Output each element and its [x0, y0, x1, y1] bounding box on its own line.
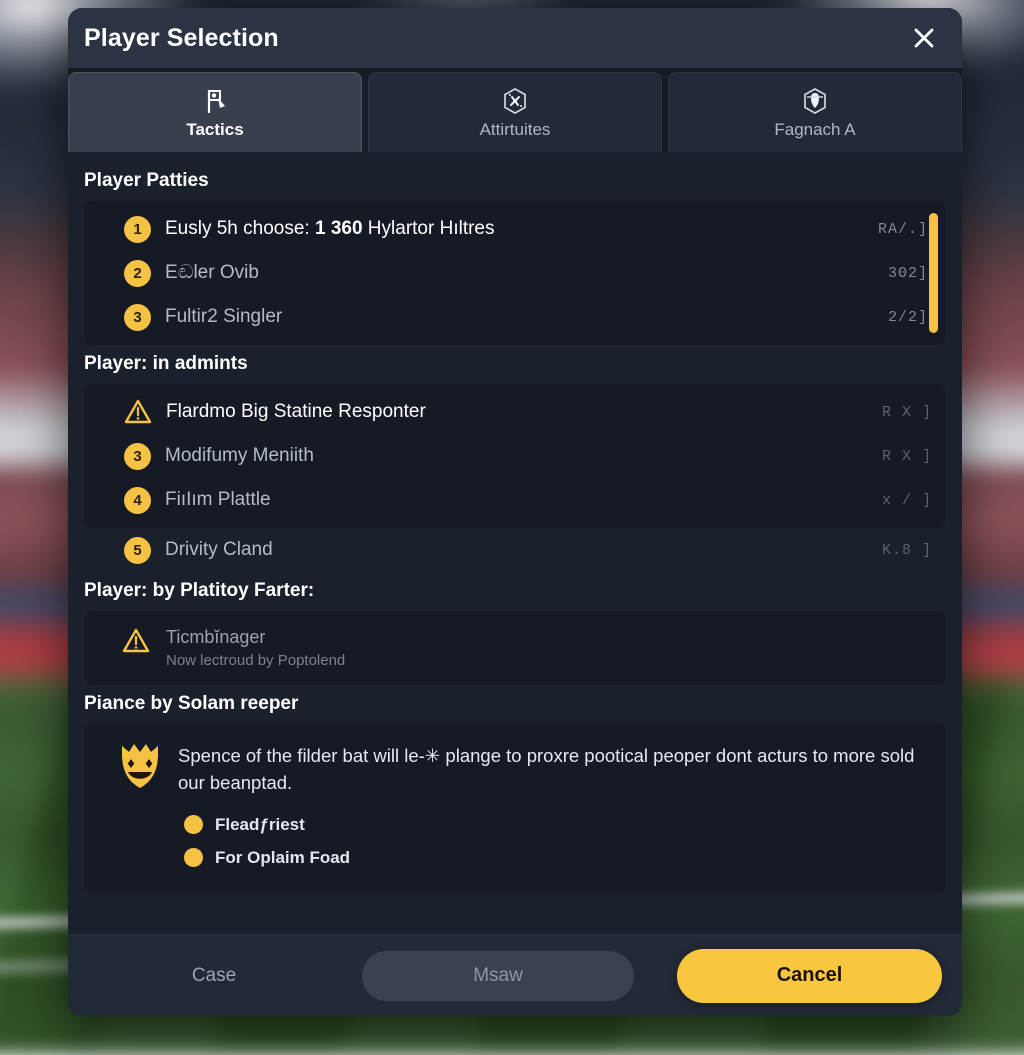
list-item[interactable]: For Oplaim Foad	[184, 841, 930, 874]
list-item-value: x / ]	[881, 491, 932, 509]
page-title: Player Selection	[84, 23, 279, 52]
bullet-label: Fleadƒriest	[215, 814, 305, 834]
section-title-solam-reeper: Piance by Solam reeper	[84, 693, 299, 714]
dialog-footer: Case Msaw Cancel	[68, 934, 962, 1016]
tab-attirtuites[interactable]: Attirtuites	[368, 72, 662, 152]
list-item[interactable]: 2 Eඬler Ovib 3Θ2]	[84, 251, 942, 295]
list-item-value: 3Θ2]	[887, 264, 928, 282]
list-item-label: Eusly 5h choose: 1 360 Hylartor Hıltres	[165, 218, 495, 239]
dialog-titlebar: Player Selection	[68, 8, 962, 70]
info-bullet-list: Fleadƒriest For Oplaim Foad	[178, 808, 930, 874]
list-item[interactable]: 5 Drivity Cland K.8 ]	[84, 528, 946, 572]
close-icon	[912, 26, 936, 50]
section-title-player-in-admints: Player: in admints	[84, 353, 248, 374]
list-item-value: K.8 ]	[881, 541, 932, 559]
list-item-label: Fultir2 Singler	[165, 306, 283, 327]
vertical-scrollbar[interactable]	[929, 213, 938, 333]
list-item-value: 2/2]	[887, 308, 928, 326]
number-badge: 1	[124, 215, 151, 243]
notice-text-group: Ticmbĭnager Now lectroud by Poptolend	[166, 627, 345, 669]
notice-subtext: Now lectroud by Poptolend	[166, 652, 346, 669]
tab-bar: Tactics Attirtuites Fagnach A	[68, 70, 962, 152]
tab-tactics[interactable]: Tactics	[68, 72, 362, 152]
list-item[interactable]: 3 Fultir2 Singler 2/2]	[84, 295, 942, 339]
list-item[interactable]: 4 FiıIım Plattle x / ]	[84, 478, 946, 522]
tab-label: Attirtuites	[479, 119, 551, 139]
number-badge: 3	[124, 442, 151, 470]
bullet-label: For Oplaim Foad	[215, 847, 351, 867]
close-button[interactable]	[902, 16, 946, 60]
hex-compass-icon	[502, 86, 528, 116]
list-item[interactable]: 3 Modifumy Meniith R X ]	[84, 434, 946, 478]
player-in-admints-card: Flardmo Big Statine Responter R X ] 3 Mo…	[84, 384, 946, 528]
list-item-label: Eඬler Ovib	[165, 262, 259, 283]
list-item-label: Modifumy Meniith	[165, 445, 314, 466]
cancel-button[interactable]: Cancel	[677, 948, 942, 1003]
case-button[interactable]: Case	[88, 965, 340, 987]
solam-reeper-info-card: Spence of the filder bat will le-✳ plang…	[84, 724, 946, 892]
warning-triangle-icon	[122, 627, 150, 655]
number-badge: 5	[124, 536, 151, 564]
number-badge: 2	[124, 259, 151, 287]
platitoy-notice-card[interactable]: Ticmbĭnager Now lectroud by Poptolend	[84, 611, 946, 685]
dialog-body: Player Patties 1 Eusly 5h choose: 1 360 …	[68, 152, 962, 934]
list-item-value: RA/.]	[877, 220, 928, 238]
crown-shield-smiley-icon	[118, 742, 162, 795]
notice-heading: Ticmbĭnager	[166, 627, 266, 647]
tab-fagnach-a[interactable]: Fagnach A	[668, 72, 962, 152]
hex-shield-icon	[802, 86, 828, 116]
bullet-dot-icon	[184, 848, 203, 867]
player-patties-card: 1 Eusly 5h choose: 1 360 Hylartor Hıltre…	[84, 201, 946, 345]
list-item[interactable]: 1 Eusly 5h choose: 1 360 Hylartor Hıltre…	[84, 207, 942, 251]
list-item-value: R X ]	[881, 447, 932, 465]
list-item-label: Flardmo Big Statine Responter	[166, 401, 426, 422]
warning-triangle-icon	[124, 398, 152, 426]
player-selection-dialog: Player Selection Tactics Attirtuites Fag…	[68, 8, 962, 1016]
msaw-button[interactable]: Msaw	[362, 950, 634, 1001]
number-badge: 3	[124, 303, 151, 331]
tab-label: Tactics	[186, 119, 244, 139]
list-item-value: R X ]	[881, 403, 932, 421]
info-body: Spence of the filder bat will le-✳ plang…	[178, 742, 930, 874]
tab-label: Fagnach A	[774, 119, 856, 139]
list-item-highlight: 1 360	[314, 218, 363, 239]
list-item[interactable]: Fleadƒriest	[184, 808, 930, 841]
number-badge: 4	[124, 486, 151, 514]
flag-clipboard-icon	[201, 86, 229, 116]
list-item-label: Drivity Cland	[165, 539, 273, 560]
bullet-dot-icon	[184, 815, 203, 834]
list-item[interactable]: Flardmo Big Statine Responter R X ]	[84, 390, 946, 434]
section-title-platitoy-farter: Player: by Platitoy Farter:	[84, 580, 315, 601]
info-paragraph: Spence of the filder bat will le-✳ plang…	[178, 745, 915, 793]
list-item-label: FiıIım Plattle	[165, 489, 271, 510]
section-title-player-patties: Player Patties	[84, 170, 209, 191]
